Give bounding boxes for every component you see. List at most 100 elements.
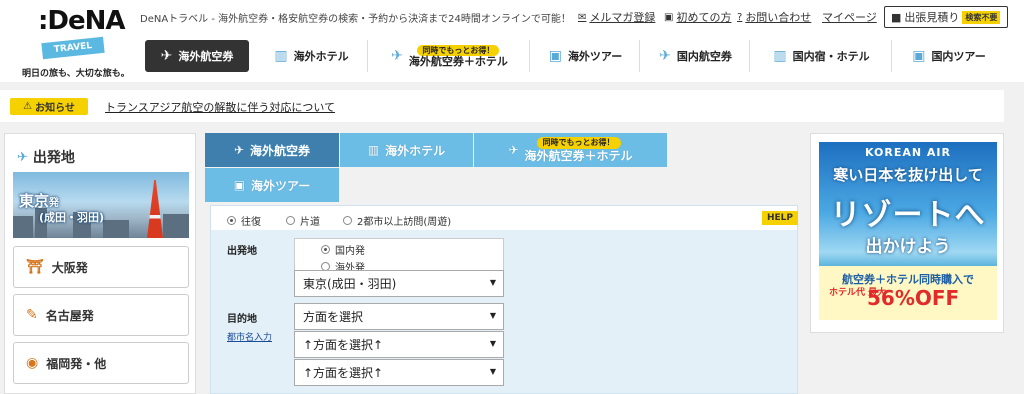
shrimp-icon: ✎ <box>26 307 38 323</box>
destination-select-2[interactable]: ↑方面を選択↑ ▼ <box>294 331 504 358</box>
briefcase-icon: ■ <box>891 10 902 24</box>
tokyo-suffix: 発 <box>49 198 60 209</box>
mail-icon: ✉ <box>578 11 587 23</box>
origin-label: 出発地 <box>227 246 257 257</box>
tokyo-label: 東京発 <box>19 190 59 211</box>
mypage-link[interactable]: マイページ <box>822 9 877 25</box>
beginners-link[interactable]: ▣ 初めての方 <box>664 9 731 25</box>
tab-label: 海外ホテル <box>385 143 446 158</box>
header: :DeNA TRAVEL 明日の旅も、大切な旅も。 DeNAトラベル - 海外航… <box>0 0 1024 82</box>
estimate-badge: 検索不要 <box>962 10 1001 24</box>
radio-dot <box>343 216 352 225</box>
nav-label: 国内宿・ホテル <box>792 50 870 63</box>
mentaiko-icon: ◉ <box>26 355 39 371</box>
nav-intl-hotels[interactable]: ▥ 海外ホテル <box>256 40 368 72</box>
origin-select[interactable]: 東京(成田・羽田) ▼ <box>294 270 504 297</box>
airplane-hotel-icon: ✈ <box>508 143 519 157</box>
tab-intl-hotels[interactable]: ▥ 海外ホテル <box>340 133 473 167</box>
ad-banner: KOREAN AIR 寒い日本を抜け出して リゾートへ 出かけよう 航空券＋ホテ… <box>819 142 997 320</box>
radio-label: 往復 <box>241 217 261 228</box>
trip-oneway-radio[interactable]: 片道 <box>286 213 320 228</box>
tokyo-departure-button[interactable]: 東京発 (成田・羽田) <box>13 172 189 238</box>
nav-domestic-tours[interactable]: ▣ 国内ツアー <box>894 40 1004 72</box>
notice-bar: ⚠ お知らせ トランスアジア航空の解散に伴う対応について <box>0 90 1004 122</box>
question-icon: ? <box>737 11 743 23</box>
sidebar-title: ✈ 出発地 <box>17 147 75 167</box>
promo-badge: 同時でもっとお得！ <box>536 137 621 149</box>
departure-sidebar: ✈ 出発地 東京発 (成田・羽田) ⛩ 大阪発 ✎ 名古屋発 ◉ 福岡発・他 <box>4 133 196 394</box>
search-panel: ✈ 海外航空券 ▥ 海外ホテル ✈ 同時でもっとお得！ 海外航空券＋ホテル ▣ … <box>205 133 803 394</box>
takeoff-icon: ✈ <box>17 149 28 165</box>
fukuoka-departure-button[interactable]: ◉ 福岡発・他 <box>13 342 189 384</box>
contact-label: お問い合わせ <box>745 11 812 24</box>
city-name-input-link[interactable]: 都市名入力 <box>227 330 272 343</box>
domestic-hotel-icon: ▥ <box>773 48 787 64</box>
logo-badge: TRAVEL <box>41 36 105 60</box>
ad-offer-discount: 56%OFF <box>867 286 960 310</box>
notice-link[interactable]: トランスアジア航空の解散に伴う対応について <box>105 99 335 115</box>
airplane-icon: ✈ <box>233 143 245 157</box>
ad-headline-1: 寒い日本を抜け出して <box>833 166 983 184</box>
mypage-label: マイページ <box>822 11 877 24</box>
nav-label: 海外ツアー <box>567 50 623 63</box>
destination-select-3[interactable]: ↑方面を選択↑ ▼ <box>294 359 504 386</box>
help-button[interactable]: HELP <box>762 211 798 225</box>
korean-air-ad[interactable]: KOREAN AIR 寒い日本を抜け出して リゾートへ 出かけよう 航空券＋ホテ… <box>810 133 1004 333</box>
ad-headline-3: 出かけよう <box>865 237 951 257</box>
tokyo-tower-image <box>147 180 163 238</box>
korean-air-logo: KOREAN AIR <box>865 146 951 159</box>
ad-headline-2: リゾートへ <box>830 198 986 233</box>
domestic-tour-icon: ▣ <box>912 48 926 64</box>
destination-select-1[interactable]: 方面を選択 ▼ <box>294 303 504 330</box>
nav-domestic-flights[interactable]: ✈ 国内航空券 <box>642 40 750 72</box>
newsletter-label: メルマガ登録 <box>589 11 656 24</box>
suitcase-icon: ▣ <box>548 48 562 64</box>
newsletter-link[interactable]: ✉ メルマガ登録 <box>578 9 655 25</box>
flight-search-form: 往復 片道 2都市以上訪問(周遊) HELP 出発地 国内発 海外発 東京(成田… <box>210 205 798 394</box>
skyline-building <box>163 214 189 238</box>
dena-travel-logo[interactable]: :DeNA TRAVEL 明日の旅も、大切な旅も。 <box>22 6 132 79</box>
origin-domestic-radio[interactable]: 国内発 <box>321 242 365 257</box>
site-tagline: DeNAトラベル - 海外航空券・格安航空券の検索・予約から決済まで24時間オン… <box>140 14 571 25</box>
osaka-castle-icon: ⛩ <box>26 259 44 275</box>
nav-label: 国内ツアー <box>931 50 986 63</box>
trip-roundtrip-radio[interactable]: 往復 <box>227 213 261 228</box>
airplane-icon: ✈ <box>160 48 173 64</box>
estimate-label: 出張見積り <box>904 11 960 24</box>
tokyo-city: 東京 <box>19 192 50 210</box>
origin-type-group: 国内発 海外発 <box>294 238 504 274</box>
nagoya-departure-button[interactable]: ✎ 名古屋発 <box>13 294 189 336</box>
radio-dot <box>286 216 295 225</box>
osaka-departure-button[interactable]: ⛩ 大阪発 <box>13 246 189 288</box>
nav-intl-flights[interactable]: ✈ 海外航空券 <box>145 40 249 72</box>
select-value: ↑方面を選択↑ <box>303 338 384 352</box>
logo-brand: :DeNA <box>38 6 125 36</box>
city-label: 福岡発・他 <box>46 356 107 371</box>
nav-label: 海外ホテル <box>293 50 349 63</box>
dropdown-arrow-icon: ▼ <box>489 311 496 320</box>
trip-multicity-radio[interactable]: 2都市以上訪問(周遊) <box>343 213 451 228</box>
airplane-hotel-icon: ✈ <box>391 48 403 64</box>
city-label: 名古屋発 <box>45 308 94 323</box>
select-value: ↑方面を選択↑ <box>303 366 384 380</box>
select-value: 方面を選択 <box>303 310 364 324</box>
trip-type-row: 往復 片道 2都市以上訪問(周遊) HELP <box>211 206 798 230</box>
nav-flight-hotel[interactable]: ✈ 同時でもっとお得！ 海外航空券＋ホテル <box>370 40 530 72</box>
nav-intl-tours[interactable]: ▣ 海外ツアー <box>532 40 640 72</box>
tab-flight-hotel[interactable]: ✈ 同時でもっとお得！ 海外航空券＋ホテル <box>474 133 667 167</box>
business-estimate-button[interactable]: ■ 出張見積り 検索不要 <box>884 6 1008 28</box>
destination-label: 目的地 <box>227 314 257 325</box>
dropdown-arrow-icon: ▼ <box>489 278 496 287</box>
select-value: 東京(成田・羽田) <box>303 277 397 291</box>
tab-intl-tours[interactable]: ▣ 海外ツアー <box>205 168 339 202</box>
skyline-building <box>103 220 129 238</box>
book-icon: ▣ <box>664 11 674 23</box>
promo-badge: 同時でもっとお得！ <box>417 44 500 56</box>
skyline-building <box>13 216 33 238</box>
suitcase-icon: ▣ <box>233 178 246 192</box>
nav-domestic-hotels[interactable]: ▥ 国内宿・ホテル <box>752 40 892 72</box>
radio-label: 2都市以上訪問(周遊) <box>357 217 452 228</box>
contact-link[interactable]: ? お問い合わせ <box>737 9 811 25</box>
tab-label: 海外航空券＋ホテル <box>524 149 633 163</box>
tab-intl-flights[interactable]: ✈ 海外航空券 <box>205 133 339 167</box>
